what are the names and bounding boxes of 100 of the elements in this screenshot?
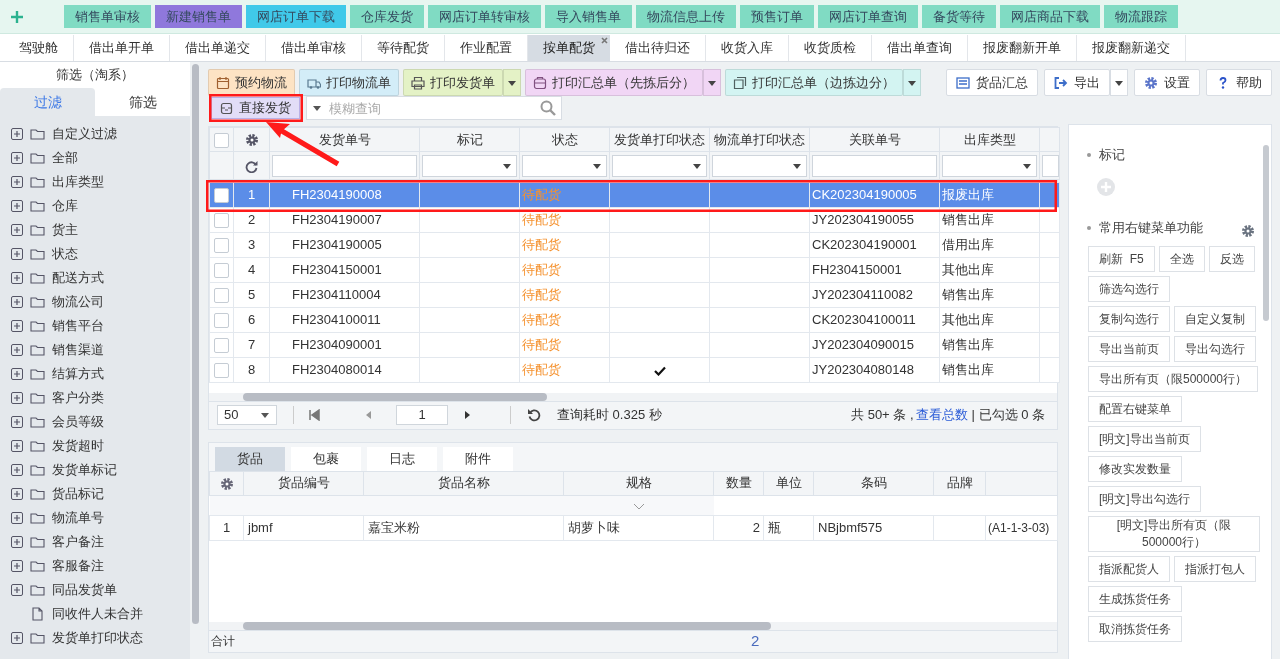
menu-button[interactable]: 导出所有页（限500000行）	[1088, 366, 1259, 392]
tree-item[interactable]: 货主	[52, 220, 78, 240]
toolbar-button[interactable]: 导出	[1044, 69, 1110, 96]
tree-item[interactable]: 状态	[52, 244, 78, 264]
expand-icon[interactable]	[11, 440, 23, 452]
menu-button[interactable]: 导出当前页	[1088, 336, 1170, 362]
next-icon[interactable]	[462, 410, 472, 420]
table-row[interactable]: 5 FH2304110004 待配货 JY202304110082 销售出库	[209, 282, 1060, 308]
menu-button[interactable]: 自定义复制	[1174, 306, 1256, 332]
close-icon[interactable]	[601, 37, 608, 44]
menu-button[interactable]: 复制勾选行	[1088, 306, 1170, 332]
expand-icon[interactable]	[11, 128, 23, 140]
menu-button[interactable]: [明文]导出当前页	[1088, 426, 1201, 452]
menu-button[interactable]: 指派配货人	[1088, 556, 1170, 582]
expand-icon[interactable]	[11, 344, 23, 356]
tree-item[interactable]: 客户备注	[52, 532, 104, 552]
tab[interactable]: 附件	[443, 446, 513, 471]
direct-ship-button[interactable]: 直接发货	[211, 97, 300, 119]
menu-button[interactable]: [明文]导出所有页（限500000行）	[1088, 516, 1260, 552]
tree-item[interactable]: 会员等级	[52, 412, 104, 432]
table-row[interactable]: 6 FH2304100011 待配货 CK202304100011 其他出库	[209, 307, 1060, 333]
settings-icon[interactable]	[244, 133, 259, 148]
nav-button[interactable]: 物流信息上传	[636, 5, 736, 28]
expand-icon[interactable]	[11, 248, 23, 260]
row-checkbox[interactable]	[214, 263, 229, 279]
expand-icon[interactable]	[11, 632, 23, 644]
search-icon[interactable]	[540, 100, 556, 116]
expand-icon[interactable]	[11, 224, 23, 236]
expand-icon[interactable]	[11, 200, 23, 212]
tree-item[interactable]: 客服备注	[52, 556, 104, 576]
toolbar-button[interactable]: 打印汇总单（先拣后分）	[525, 69, 703, 96]
search-field[interactable]: 模糊查询	[306, 96, 562, 120]
menu-button[interactable]: 取消拣货任务	[1088, 616, 1182, 642]
scrollbar[interactable]	[243, 392, 547, 401]
settings-icon[interactable]	[1241, 224, 1255, 238]
expand-icon[interactable]	[11, 488, 23, 500]
expand-icon[interactable]	[11, 512, 23, 524]
tab[interactable]: 货品	[215, 446, 285, 471]
column-header[interactable]: 发货单打印状态	[609, 127, 710, 152]
row-checkbox[interactable]	[214, 338, 229, 354]
table-row[interactable]: 7 FH2304090001 待配货 JY202304090015 销售出库	[209, 332, 1060, 358]
expand-icon[interactable]	[11, 536, 23, 548]
caret-icon[interactable]	[312, 103, 322, 113]
menu-button[interactable]: 刷新 F5	[1088, 246, 1155, 272]
row-checkbox[interactable]	[214, 363, 229, 379]
column-header[interactable]: 条码	[813, 471, 934, 495]
nav-button[interactable]: 备货等待	[922, 5, 996, 28]
row-checkbox[interactable]	[214, 188, 229, 204]
nav-button[interactable]: 物流跟踪	[1104, 5, 1178, 28]
tree-item[interactable]: 出库类型	[52, 172, 104, 192]
tree-item[interactable]: 仓库	[52, 196, 78, 216]
nav-button[interactable]: 网店订单转审核	[428, 5, 541, 28]
filter-tab[interactable]: 过滤	[0, 88, 95, 116]
expand-icon[interactable]	[11, 272, 23, 284]
refresh-icon[interactable]	[527, 408, 541, 422]
filter-field[interactable]	[272, 154, 417, 177]
expand-icon[interactable]	[11, 584, 23, 596]
expand-icon[interactable]	[11, 464, 23, 476]
expand-icon[interactable]	[11, 320, 23, 332]
expand-icon[interactable]	[11, 392, 23, 404]
view-total-link[interactable]: 查看总数	[915, 405, 968, 425]
row-checkbox[interactable]	[214, 288, 229, 304]
column-header[interactable]: 出库类型	[939, 127, 1040, 152]
column-header[interactable]: 规格	[563, 471, 714, 495]
filter-field[interactable]	[812, 154, 937, 177]
tree-item[interactable]: 自定义过滤	[52, 124, 117, 144]
row-checkbox[interactable]	[214, 213, 229, 229]
column-header[interactable]: 品牌	[933, 471, 986, 495]
column-header[interactable]: 物流单打印状态	[709, 127, 810, 152]
tab[interactable]: 包裹	[291, 446, 361, 471]
refresh-icon[interactable]	[245, 159, 258, 173]
tree-item[interactable]: 发货单标记	[52, 460, 117, 480]
column-header[interactable]: 单位	[763, 471, 814, 495]
column-header[interactable]: 关联单号	[809, 127, 940, 152]
page-size-dropdown[interactable]: 50	[217, 405, 277, 425]
menu-button[interactable]: 指派打包人	[1174, 556, 1256, 582]
toolbar-button[interactable]: 打印发货单	[403, 69, 503, 96]
tree-item[interactable]: 同品发货单	[52, 580, 117, 600]
tab[interactable]: 日志	[367, 446, 437, 471]
nav-button[interactable]: 网店订单下载	[246, 5, 346, 28]
column-header[interactable]: 状态	[519, 127, 610, 152]
menu-button[interactable]: 筛选勾选行	[1088, 276, 1170, 302]
toolbar-button[interactable]: 打印汇总单（边拣边分）	[725, 69, 903, 96]
row-checkbox[interactable]	[214, 238, 229, 254]
table-row[interactable]: 4 FH2304150001 待配货 FH2304150001 其他出库	[209, 257, 1060, 283]
previous-icon[interactable]	[364, 410, 374, 420]
tree-item[interactable]: 货品标记	[52, 484, 104, 504]
tree-item[interactable]: 发货单打印状态	[52, 628, 143, 648]
menu-button[interactable]: 导出勾选行	[1174, 336, 1256, 362]
column-header[interactable]: 标记	[419, 127, 520, 152]
nav-button[interactable]: 预售订单	[740, 5, 814, 28]
toolbar-button[interactable]: 帮助	[1206, 69, 1272, 96]
column-header[interactable]: 数量	[713, 471, 764, 495]
page-field[interactable]: 1	[396, 405, 448, 425]
expand-icon[interactable]	[11, 176, 23, 188]
tree-item[interactable]: 客户分类	[52, 388, 104, 408]
nav-button[interactable]: 仓库发货	[350, 5, 424, 28]
tree-item[interactable]: 发货超时	[52, 436, 104, 456]
tree-item[interactable]: 物流单号	[52, 508, 104, 528]
nav-button[interactable]: 销售单审核	[64, 5, 151, 28]
